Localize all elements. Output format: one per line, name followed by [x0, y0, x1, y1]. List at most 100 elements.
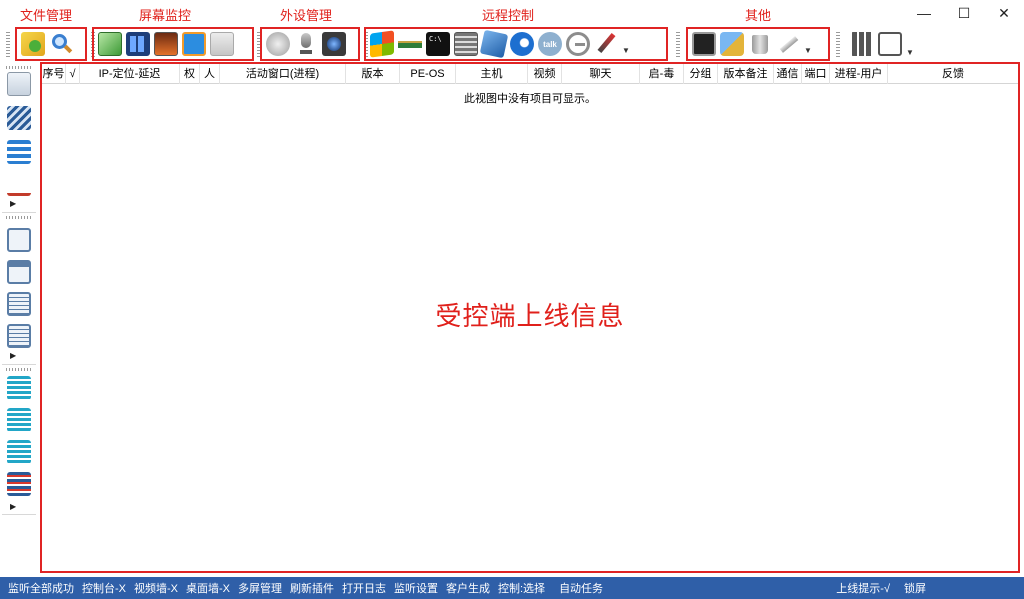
list-header: 序号 √ IP-定位-延迟 权 人 活动窗口(进程) 版本 PE-OS 主机 视…: [42, 64, 1018, 84]
status-client-build[interactable]: 客户生成: [446, 580, 490, 596]
form-icon[interactable]: [7, 260, 31, 284]
other-dropdown-arrow-icon[interactable]: ▼: [804, 46, 812, 55]
toolbar-group-file: [15, 27, 87, 61]
extra-dropdown-arrow-icon[interactable]: ▼: [906, 48, 914, 57]
group-label-file: 文件管理: [20, 8, 73, 23]
column-header-video[interactable]: 视频: [528, 64, 562, 84]
folder-sync-icon[interactable]: [21, 32, 45, 56]
align-right-icon[interactable]: [7, 376, 31, 400]
ram-module-icon[interactable]: [398, 32, 422, 56]
side-toolbar: ▶ ▶ ▶: [0, 62, 38, 574]
cmd-icon[interactable]: C:\: [426, 32, 450, 56]
group-label-other: 其他: [745, 8, 772, 23]
monitor-icon[interactable]: [182, 32, 206, 56]
toolbar-group-screen: [92, 27, 254, 61]
status-console[interactable]: 控制台-X: [82, 580, 126, 596]
status-listen-settings[interactable]: 监听设置: [394, 580, 438, 596]
status-multi-screen[interactable]: 多屏管理: [238, 580, 282, 596]
column-header-active-window[interactable]: 活动窗口(进程): [220, 64, 346, 84]
ie-icon[interactable]: [566, 32, 590, 56]
status-online-notify[interactable]: 上线提示-√: [836, 580, 890, 596]
calculator-icon[interactable]: [454, 32, 478, 56]
align-left-icon[interactable]: [7, 408, 31, 432]
close-button[interactable]: ✕: [984, 0, 1024, 26]
status-listen-all[interactable]: 监听全部成功: [8, 580, 74, 596]
recycle-bin-icon[interactable]: [748, 32, 772, 56]
column-header-ip[interactable]: IP-定位-延迟: [80, 64, 180, 84]
column-header-user[interactable]: 人: [200, 64, 220, 84]
magnifier-icon[interactable]: [49, 32, 73, 56]
status-auto-task[interactable]: 自动任务: [559, 580, 603, 596]
toolbar-group-extra: ▼: [846, 27, 916, 61]
windows-icon[interactable]: [370, 30, 394, 58]
terminal-icon[interactable]: [692, 32, 716, 56]
toolbar-grip[interactable]: [6, 32, 10, 58]
column-header-version[interactable]: 版本: [346, 64, 400, 84]
webcam-icon[interactable]: [322, 32, 346, 56]
maximize-button[interactable]: ☐: [944, 0, 984, 26]
notebook-icon[interactable]: [878, 32, 902, 56]
column-header-port[interactable]: 端口: [802, 64, 830, 84]
document-stack-icon[interactable]: [7, 106, 31, 130]
column-header-chat[interactable]: 聊天: [562, 64, 640, 84]
bmp-image-icon[interactable]: [7, 72, 31, 96]
client-list-view[interactable]: 序号 √ IP-定位-延迟 权 人 活动窗口(进程) 版本 PE-OS 主机 视…: [40, 62, 1020, 573]
side-separator: [2, 212, 36, 213]
column-header-index[interactable]: 序号: [42, 64, 66, 84]
toolbar-grip[interactable]: [836, 32, 840, 58]
column-header-version-note[interactable]: 版本备注: [718, 64, 774, 84]
status-open-log[interactable]: 打开日志: [342, 580, 386, 596]
tree-list-icon[interactable]: [7, 140, 31, 164]
column-header-comm[interactable]: 通信: [774, 64, 802, 84]
toolbar-group-other: ▼: [686, 27, 830, 61]
bar-chart-icon[interactable]: [850, 32, 874, 56]
syringe-icon[interactable]: [776, 32, 800, 56]
toolbar-group-remote: C:\ talk ▼: [364, 27, 668, 61]
column-header-feedback[interactable]: 反馈: [888, 64, 1018, 84]
status-control-select[interactable]: 控制:选择: [498, 580, 545, 596]
minimize-button[interactable]: —: [904, 0, 944, 26]
column-header-privilege[interactable]: 权: [180, 64, 200, 84]
status-lock-screen[interactable]: 锁屏: [904, 580, 926, 596]
desktop-view-icon[interactable]: [154, 32, 178, 56]
status-desktop-wall[interactable]: 桌面墙-X: [186, 580, 230, 596]
column-header-startup-av[interactable]: 启-毒: [640, 64, 684, 84]
browser-icon[interactable]: [510, 32, 534, 56]
remote-dropdown-arrow-icon[interactable]: ▼: [622, 46, 630, 55]
side-grip[interactable]: [6, 368, 32, 371]
column-header-process-user[interactable]: 进程-用户: [830, 64, 888, 84]
empty-list-message: 此视图中没有项目可显示。: [464, 93, 596, 105]
status-video-wall[interactable]: 视频墙-X: [134, 580, 178, 596]
status-refresh-plugins[interactable]: 刷新插件: [290, 580, 334, 596]
puzzle-icon[interactable]: [479, 29, 509, 59]
report-icon[interactable]: [7, 324, 31, 348]
align-justify-icon[interactable]: [7, 440, 31, 464]
talk-icon[interactable]: talk: [538, 32, 562, 56]
side-expand-arrow-icon[interactable]: ▶: [10, 199, 16, 208]
details-list-icon[interactable]: [7, 292, 31, 316]
pen-tool-icon[interactable]: [594, 32, 618, 56]
window-list-icon[interactable]: [7, 228, 31, 252]
side-grip[interactable]: [6, 216, 32, 219]
column-header-check[interactable]: √: [66, 64, 80, 84]
mac-screen-icon[interactable]: [210, 32, 234, 56]
side-grip[interactable]: [6, 66, 32, 69]
side-expand-arrow-icon[interactable]: ▶: [10, 351, 16, 360]
column-header-host[interactable]: 主机: [456, 64, 528, 84]
column-header-group[interactable]: 分组: [684, 64, 718, 84]
window-controls: — ☐ ✕: [904, 0, 1024, 26]
screen-capture-icon[interactable]: [98, 32, 122, 56]
toolbar-grip[interactable]: [676, 32, 680, 58]
color-list-icon[interactable]: [7, 472, 31, 496]
side-separator: [2, 364, 36, 365]
group-label-remote: 远程控制: [482, 8, 535, 23]
toolbar-group-peripheral: [260, 27, 360, 61]
speaker-icon[interactable]: [266, 32, 290, 56]
main-toolbar: C:\ talk ▼ ▼ ▼: [0, 24, 1024, 62]
column-header-pe-os[interactable]: PE-OS: [400, 64, 456, 84]
microphone-icon[interactable]: [294, 32, 318, 56]
registry-icon[interactable]: [720, 32, 744, 56]
hierarchy-icon[interactable]: [7, 172, 31, 196]
screen-wall-icon[interactable]: [126, 32, 150, 56]
side-expand-arrow-icon[interactable]: ▶: [10, 502, 16, 511]
